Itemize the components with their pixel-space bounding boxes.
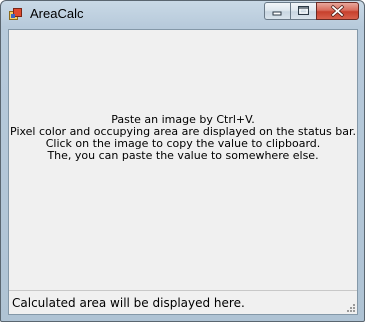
minimize-button[interactable]	[264, 2, 290, 20]
status-bar: Calculated area will be displayed here.	[9, 290, 357, 314]
image-area[interactable]: Paste an image by Ctrl+V. Pixel color an…	[8, 29, 358, 315]
maximize-button[interactable]	[290, 2, 316, 20]
close-icon	[330, 4, 345, 18]
instructions-label: Paste an image by Ctrl+V. Pixel color an…	[9, 114, 357, 162]
app-icon	[9, 8, 22, 20]
app-window: AreaCalc Paste an image by Ctrl+V. Pixel…	[0, 0, 365, 322]
title-bar[interactable]: AreaCalc	[1, 1, 364, 27]
maximize-icon	[298, 6, 309, 15]
caption-buttons	[264, 2, 359, 20]
minimize-icon	[272, 11, 282, 16]
instruction-line: The, you can paste the value to somewher…	[47, 149, 319, 162]
window-title: AreaCalc	[30, 6, 84, 21]
status-text: Calculated area will be displayed here.	[12, 296, 245, 310]
close-button[interactable]	[316, 2, 359, 20]
resize-grip-icon[interactable]	[345, 302, 355, 312]
